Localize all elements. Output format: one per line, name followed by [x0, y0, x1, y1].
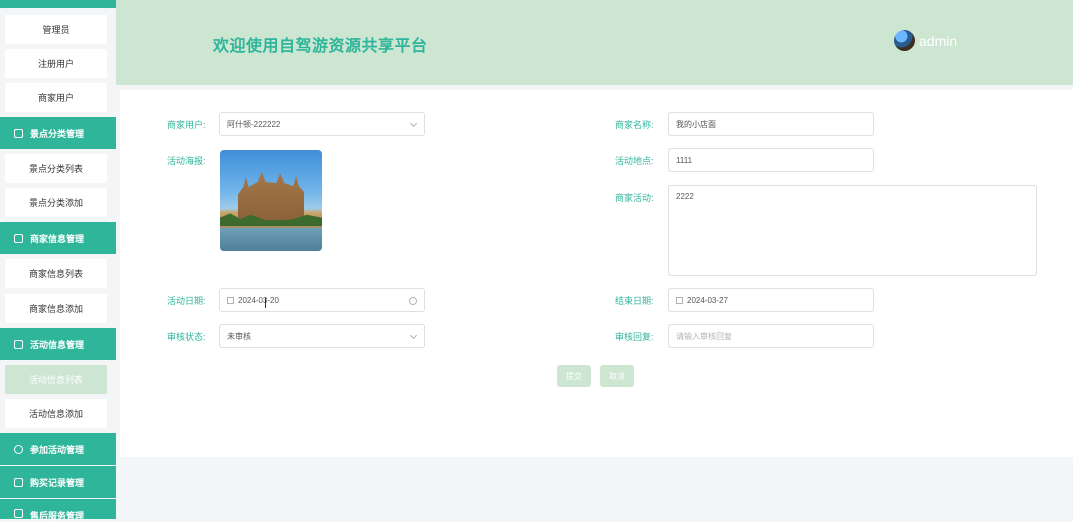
start-date-picker[interactable]: 2024-03-20	[219, 288, 425, 312]
start-date-value: 2024-03-20	[238, 295, 279, 305]
water-image	[220, 228, 322, 251]
merchant-user-select[interactable]: 阿什顿-222222	[219, 112, 425, 136]
sidebar-item-merchant-info-list[interactable]: 商家信息列表	[5, 259, 107, 288]
location-value: 1111	[676, 155, 693, 165]
avatar[interactable]	[894, 30, 915, 51]
merchant-name-value: 我的小店面	[676, 119, 716, 129]
checkbox-icon	[14, 477, 23, 487]
sidebar-item-registered-users[interactable]: 注册用户	[5, 49, 107, 78]
activity-form: 商家用户: 阿什顿-222222 商家名称: 我的小店面 活动海报: 活动地点:…	[120, 90, 1073, 457]
chevron-down-icon	[409, 119, 418, 128]
submit-button[interactable]: 提交	[557, 365, 591, 387]
sidebar-item-activity-info-add[interactable]: 活动信息添加	[5, 399, 107, 428]
end-date-label: 结束日期:	[615, 296, 654, 306]
sidebar-group-label: 活动信息管理	[30, 339, 85, 350]
end-date-picker[interactable]: 2024-03-27	[668, 288, 874, 312]
sidebar-item-scenic-category-list[interactable]: 景点分类列表	[5, 154, 107, 183]
calendar-icon	[676, 296, 683, 304]
review-reply-placeholder: 请输入审核回复	[676, 331, 732, 341]
review-status-label: 审核状态:	[167, 332, 206, 342]
poster-label: 活动海报:	[167, 156, 206, 166]
sidebar-group-join-activity[interactable]: 参加活动管理	[0, 433, 116, 465]
header: 欢迎使用自驾游资源共享平台 admin	[116, 0, 1073, 85]
review-reply-label: 审核回复:	[615, 332, 654, 342]
sidebar-group-purchase-records[interactable]: 购买记录管理	[0, 466, 116, 498]
sidebar-group-after-sales[interactable]: 售后服务管理	[0, 499, 116, 521]
sidebar-item-merchant-info-add[interactable]: 商家信息添加	[5, 294, 107, 323]
merchant-activity-value: 2222	[676, 192, 694, 201]
location-input[interactable]: 1111	[668, 148, 874, 172]
sidebar-group-activity-info[interactable]: 活动信息管理	[0, 328, 116, 360]
review-status-select[interactable]: 未审核	[219, 324, 425, 348]
sidebar: 管理员 注册用户 商家用户 景点分类管理 景点分类列表 景点分类添加 商家信息管…	[0, 0, 116, 521]
checkbox-icon	[14, 233, 23, 243]
edit-icon	[14, 339, 23, 349]
cathedral-image	[238, 172, 304, 222]
sidebar-group-label: 售后服务管理	[30, 511, 85, 521]
merchant-activity-textarea[interactable]: 2222	[668, 185, 1037, 276]
sidebar-group-label: 购买记录管理	[30, 477, 85, 488]
sidebar-group-scenic-category[interactable]: 景点分类管理	[0, 117, 116, 149]
clear-icon[interactable]	[409, 297, 417, 305]
sidebar-item-activity-info-list[interactable]: 活动信息列表	[5, 365, 107, 394]
start-date-label: 活动日期:	[167, 296, 206, 306]
location-label: 活动地点:	[615, 156, 654, 166]
username[interactable]: admin	[919, 33, 957, 49]
merchant-activity-label: 商家活动:	[615, 193, 654, 203]
merchant-name-label: 商家名称:	[615, 120, 654, 130]
service-icon	[14, 509, 23, 518]
review-reply-input[interactable]: 请输入审核回复	[668, 324, 874, 348]
text-cursor	[265, 298, 266, 308]
poster-image[interactable]	[220, 150, 322, 251]
sidebar-group-merchant-info[interactable]: 商家信息管理	[0, 222, 116, 254]
page-title: 欢迎使用自驾游资源共享平台	[213, 38, 428, 55]
cancel-button[interactable]: 取消	[600, 365, 634, 387]
chat-icon	[14, 444, 23, 454]
sidebar-group-label: 参加活动管理	[30, 444, 85, 455]
merchant-user-label: 商家用户:	[167, 120, 206, 130]
end-date-value: 2024-03-27	[687, 295, 728, 305]
review-status-value: 未审核	[227, 331, 251, 341]
sidebar-item-merchant-users[interactable]: 商家用户	[5, 83, 107, 112]
calendar-icon	[227, 296, 234, 304]
sidebar-top-bar	[0, 0, 116, 8]
sidebar-group-label: 景点分类管理	[30, 128, 85, 139]
merchant-user-value: 阿什顿-222222	[227, 119, 281, 129]
sidebar-group-label: 商家信息管理	[30, 233, 85, 244]
sidebar-item-admin[interactable]: 管理员	[5, 15, 107, 44]
sidebar-item-scenic-category-add[interactable]: 景点分类添加	[5, 188, 107, 217]
chevron-down-icon	[409, 331, 418, 340]
edit-icon	[14, 128, 23, 138]
merchant-name-input[interactable]: 我的小店面	[668, 112, 874, 136]
